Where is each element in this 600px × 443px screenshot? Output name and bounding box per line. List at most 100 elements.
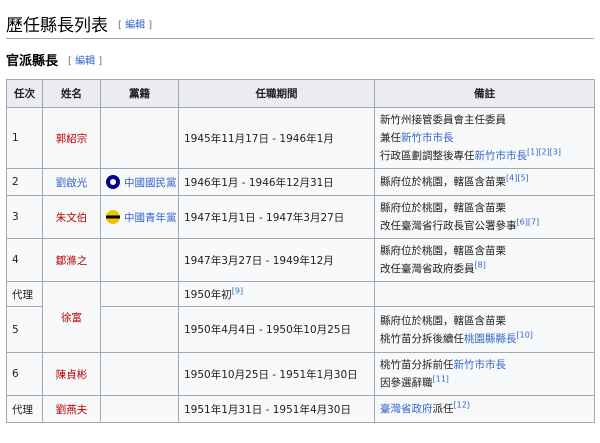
edit-link[interactable]: 編輯 xyxy=(75,56,95,67)
note-text: 縣府位於桃園，轄區含苗栗 xyxy=(380,176,506,188)
table-row: 3 朱文伯 中國青年黨 1947年1月1日 - 1947年3月27日 縣府位於桃… xyxy=(6,195,595,239)
party-cell xyxy=(100,281,179,307)
party-cell xyxy=(100,306,179,353)
party-cell xyxy=(100,238,179,282)
magistrate-table: 任次 姓名 黨籍 任職期間 備註 1 郭紹宗 1945年11月17日 - 194… xyxy=(6,79,595,423)
ycp-emblem-icon xyxy=(106,210,120,224)
party-cell xyxy=(100,352,179,396)
order-cell: 4 xyxy=(6,238,43,282)
notes-cell xyxy=(374,281,595,307)
party-link[interactable]: 中國國民黨 xyxy=(124,175,177,190)
notes-cell: 縣府位於桃園，轄區含苗栗 改任臺灣省行政長官公署參事[6][7] xyxy=(374,195,595,239)
city-mayor-link[interactable]: 新竹市市長 xyxy=(454,359,507,371)
period-cell: 1946年1月 - 1946年12月31日 xyxy=(178,168,375,196)
col-header-party[interactable]: 黨籍 xyxy=(100,79,179,108)
reference-link[interactable]: [1][2][3] xyxy=(527,148,561,157)
col-header-period[interactable]: 任職期間 xyxy=(178,79,375,108)
order-cell: 5 xyxy=(6,306,43,353)
note-line: 兼任新竹市市長 xyxy=(380,129,589,147)
note-text: 改任臺灣省政府委員 xyxy=(380,263,475,275)
edit-section-link[interactable]: [ 編輯 ] xyxy=(118,16,152,31)
note-text: 行政區劃調整後專任 xyxy=(380,150,475,162)
period-cell: 1947年1月1日 - 1947年3月27日 xyxy=(178,195,375,239)
reference-link[interactable]: [11] xyxy=(433,375,449,384)
section-heading: 歷任縣長列表 [ 編輯 ] xyxy=(6,8,594,39)
note-line: 行政區劃調整後專任新竹市市長[1][2][3] xyxy=(380,147,589,165)
party-cell xyxy=(100,107,179,169)
name-cell: 劉啟光 xyxy=(42,168,101,196)
name-cell: 劉燕夫 xyxy=(42,395,101,423)
order-cell: 2 xyxy=(6,168,43,196)
person-link[interactable]: 陳貞彬 xyxy=(56,369,88,381)
table-header-row: 任次 姓名 黨籍 任職期間 備註 xyxy=(6,79,595,108)
col-header-order[interactable]: 任次 xyxy=(6,79,43,108)
note-text: 縣府位於桃園，轄區含苗栗 xyxy=(380,202,506,214)
period-cell: 1950年10月25日 - 1951年1月30日 xyxy=(178,352,375,396)
note-text: 兼任 xyxy=(380,132,401,144)
order-cell: 3 xyxy=(6,195,43,239)
period-cell: 1950年4月4日 - 1950年10月25日 xyxy=(178,306,375,353)
party-cell: 中國國民黨 xyxy=(100,168,179,196)
period-cell: 1950年初[9] xyxy=(178,281,375,307)
notes-cell: 新竹州接管委員會主任委員 兼任新竹市市長 行政區劃調整後專任新竹市市長[1][2… xyxy=(374,107,595,169)
person-link[interactable]: 劉啟光 xyxy=(56,177,88,189)
note-text: 桃竹苗分拆前任 xyxy=(380,359,454,371)
period-cell: 1945年11月17日 - 1946年1月 xyxy=(178,107,375,169)
person-link[interactable]: 郭紹宗 xyxy=(56,133,88,145)
edit-subsection-link[interactable]: [ 編輯 ] xyxy=(68,52,102,67)
order-cell: 6 xyxy=(6,352,43,396)
person-link[interactable]: 劉燕夫 xyxy=(56,404,88,416)
reference-link[interactable]: [10] xyxy=(517,330,533,339)
order-cell: 代理 xyxy=(6,395,43,423)
table-row: 2 劉啟光 中國國民黨 1946年1月 - 1946年12月31日 縣府位於桃園… xyxy=(6,168,595,196)
note-text: 改任臺灣省行政長官公署參事 xyxy=(380,220,517,232)
order-cell: 1 xyxy=(6,107,43,169)
note-text: 因參選辭職 xyxy=(380,377,433,389)
table-row: 1 郭紹宗 1945年11月17日 - 1946年1月 新竹州接管委員會主任委員… xyxy=(6,107,595,169)
table-row: 6 陳貞彬 1950年10月25日 - 1951年1月30日 桃竹苗分拆前任新竹… xyxy=(6,352,595,396)
city-mayor-link[interactable]: 新竹市市長 xyxy=(401,132,454,144)
period-cell: 1951年1月31日 - 1951年4月30日 xyxy=(178,395,375,423)
note-text: 縣府位於桃園，轄區含苗栗 xyxy=(380,314,506,327)
page: 歷任縣長列表 [ 編輯 ] 官派縣長 [ 編輯 ] 任次 姓名 黨籍 任職期間 … xyxy=(0,0,600,443)
section-title: 歷任縣長列表 xyxy=(6,15,108,36)
table-row: 4 鄒滌之 1947年3月27日 - 1949年12月 縣府位於桃園，轄區含苗栗… xyxy=(6,238,595,282)
name-cell: 鄒滌之 xyxy=(42,238,101,282)
period-text: 1950年初 xyxy=(184,288,232,301)
provincial-government-link[interactable]: 臺灣省政府 xyxy=(380,403,433,415)
reference-link[interactable]: [9] xyxy=(232,286,243,295)
party-link[interactable]: 中國青年黨 xyxy=(124,210,177,225)
city-mayor-link[interactable]: 新竹市市長 xyxy=(475,150,528,162)
name-cell: 徐富 xyxy=(42,281,101,353)
subsection-title: 官派縣長 xyxy=(6,53,59,69)
table-row: 代理 徐富 1950年初[9] xyxy=(6,281,595,353)
county-magistrate-link[interactable]: 桃園縣縣長 xyxy=(464,333,517,345)
note-text: 派任 xyxy=(432,403,454,415)
notes-cell: 縣府位於桃園，轄區含苗栗 改任臺灣省政府委員[8] xyxy=(374,238,595,282)
reference-link[interactable]: [4][5] xyxy=(506,174,529,183)
table-row: 代理 劉燕夫 1951年1月31日 - 1951年4月30日 臺灣省政府派任[1… xyxy=(6,395,595,423)
kmt-emblem-icon xyxy=(106,175,120,189)
notes-cell: 桃竹苗分拆前任新竹市市長 因參選辭職[11] xyxy=(374,352,595,396)
note-text: 縣府位於桃園，轄區含苗栗 xyxy=(380,245,506,257)
notes-cell: 臺灣省政府派任[12] xyxy=(374,395,595,423)
reference-link[interactable]: [12] xyxy=(454,401,470,410)
edit-link[interactable]: 編輯 xyxy=(125,20,145,31)
person-link[interactable]: 鄒滌之 xyxy=(56,255,88,267)
reference-link[interactable]: [8] xyxy=(475,261,486,270)
subsection-heading: 官派縣長 [ 編輯 ] xyxy=(6,48,102,70)
name-cell: 郭紹宗 xyxy=(42,107,101,169)
party-cell: 中國青年黨 xyxy=(100,195,179,239)
reference-link[interactable]: [6][7] xyxy=(517,218,540,227)
col-header-name[interactable]: 姓名 xyxy=(42,79,101,108)
party-cell xyxy=(100,395,179,423)
col-header-notes[interactable]: 備註 xyxy=(374,79,595,108)
order-cell: 代理 xyxy=(6,281,43,307)
name-cell: 陳貞彬 xyxy=(42,352,101,396)
person-link[interactable]: 徐富 xyxy=(61,312,82,324)
notes-cell: 縣府位於桃園，轄區含苗栗[4][5] xyxy=(374,168,595,196)
name-cell: 朱文伯 xyxy=(42,195,101,239)
person-link[interactable]: 朱文伯 xyxy=(56,212,88,224)
notes-cell: 縣府位於桃園，轄區含苗栗 桃竹苗分拆後續任桃園縣縣長[10] xyxy=(374,306,595,353)
period-cell: 1947年3月27日 - 1949年12月 xyxy=(178,238,375,282)
